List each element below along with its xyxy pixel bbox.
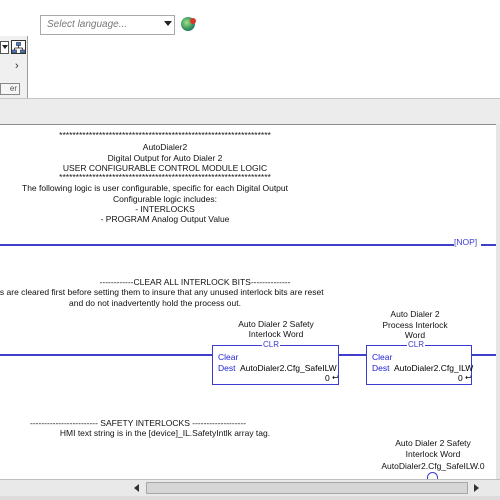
scroll-left-icon[interactable] — [134, 484, 139, 492]
er-button[interactable]: er — [0, 83, 20, 95]
clr1-instruction-name: CLR — [262, 340, 281, 349]
rung1-wire — [472, 354, 496, 356]
chevron-right-icon[interactable]: › — [15, 60, 19, 72]
clr2-dest-tag[interactable]: AutoDialer2.Cfg_ILW — [394, 363, 473, 373]
toolbar-strip — [0, 98, 500, 125]
language-select[interactable]: Select language... — [40, 15, 175, 35]
nop-bracket-right: ] — [474, 237, 478, 247]
rung0-wire — [0, 244, 454, 246]
rung1-wire — [339, 354, 366, 356]
scroll-right-icon[interactable] — [474, 484, 479, 492]
clr2-dest-label: Dest — [372, 363, 390, 373]
clr2-description-line: Word — [404, 330, 426, 340]
clr1-dest-value: 0 — [325, 373, 330, 383]
rung0-comment-line: ****************************************… — [59, 172, 271, 182]
clr1-description-line: Interlock Word — [248, 329, 304, 339]
network-icon-glyph — [12, 42, 25, 54]
dropdown-tool-button[interactable] — [0, 41, 9, 54]
arrow-left-icon: ↩ — [465, 373, 472, 382]
arrow-left-icon: ↩ — [332, 373, 339, 382]
network-icon[interactable] — [11, 40, 26, 54]
globe-icon-badge — [190, 18, 196, 24]
clr2-instruction-name: CLR — [407, 340, 426, 349]
contact-description-line: Interlock Word — [405, 449, 461, 459]
rung0-comment-line: - INTERLOCKS — [135, 204, 195, 214]
rung1-comment-line: ------------CLEAR ALL INTERLOCK BITS----… — [99, 277, 291, 287]
clr1-instruction-box[interactable]: CLR Clear Dest AutoDialer2.Cfg_SafeILW 0… — [212, 340, 339, 385]
rung0-comment-line: Digital Output for Auto Dialer 2 — [107, 153, 223, 163]
rung0-comment-line: The following logic is user configurable… — [22, 183, 288, 193]
rung1-wire — [0, 354, 212, 356]
nop-label: NOP — [456, 237, 475, 247]
triangle-down-icon — [2, 45, 8, 49]
rung2-comment-line: HMI text string is in the [device]_IL.Sa… — [59, 428, 271, 438]
dropdown-arrow-icon[interactable] — [164, 21, 172, 26]
clr2-instruction-box[interactable]: CLR Clear Dest AutoDialer2.Cfg_ILW 0 ↩ — [366, 340, 473, 385]
clr1-description-line: Auto Dialer 2 Safety — [238, 319, 314, 329]
rung0-comment-line: Configurable logic includes: — [113, 194, 217, 204]
clr2-description-line: Auto Dialer 2 — [390, 309, 440, 319]
rung0-wire-end — [481, 244, 496, 246]
contact-description-line: Auto Dialer 2 Safety — [395, 438, 471, 448]
clr1-dest-label: Dest — [218, 363, 236, 373]
vertical-scrollbar[interactable] — [496, 124, 500, 479]
rung0-comment-line: AutoDialer2 — [142, 142, 188, 152]
status-bar — [0, 496, 500, 500]
clr1-dest-tag[interactable]: AutoDialer2.Cfg_SafeILW — [240, 363, 337, 373]
clr1-clear-label: Clear — [218, 352, 239, 362]
rung0-comment-line: ****************************************… — [59, 130, 271, 140]
rung1-comment-line: Bits are cleared first before setting th… — [0, 287, 324, 297]
clr2-clear-label: Clear — [372, 352, 393, 362]
contact-instruction[interactable] — [427, 472, 438, 479]
rung1-comment-line: and do not inadvertently hold the proces… — [68, 298, 241, 308]
scrollbar-thumb[interactable] — [146, 482, 468, 494]
rung0-comment-line: - PROGRAM Analog Output Value — [100, 214, 230, 224]
clr2-dest-value: 0 — [458, 373, 463, 383]
rung2-comment-line: ------------------------ SAFETY INTERLOC… — [30, 418, 247, 428]
clr2-description-line: Process Interlock — [382, 320, 448, 330]
language-select-placeholder: Select language... — [47, 19, 128, 30]
horizontal-scrollbar[interactable] — [0, 479, 500, 497]
contact-tag[interactable]: AutoDialer2.Cfg_SafeILW.0 — [378, 461, 488, 471]
